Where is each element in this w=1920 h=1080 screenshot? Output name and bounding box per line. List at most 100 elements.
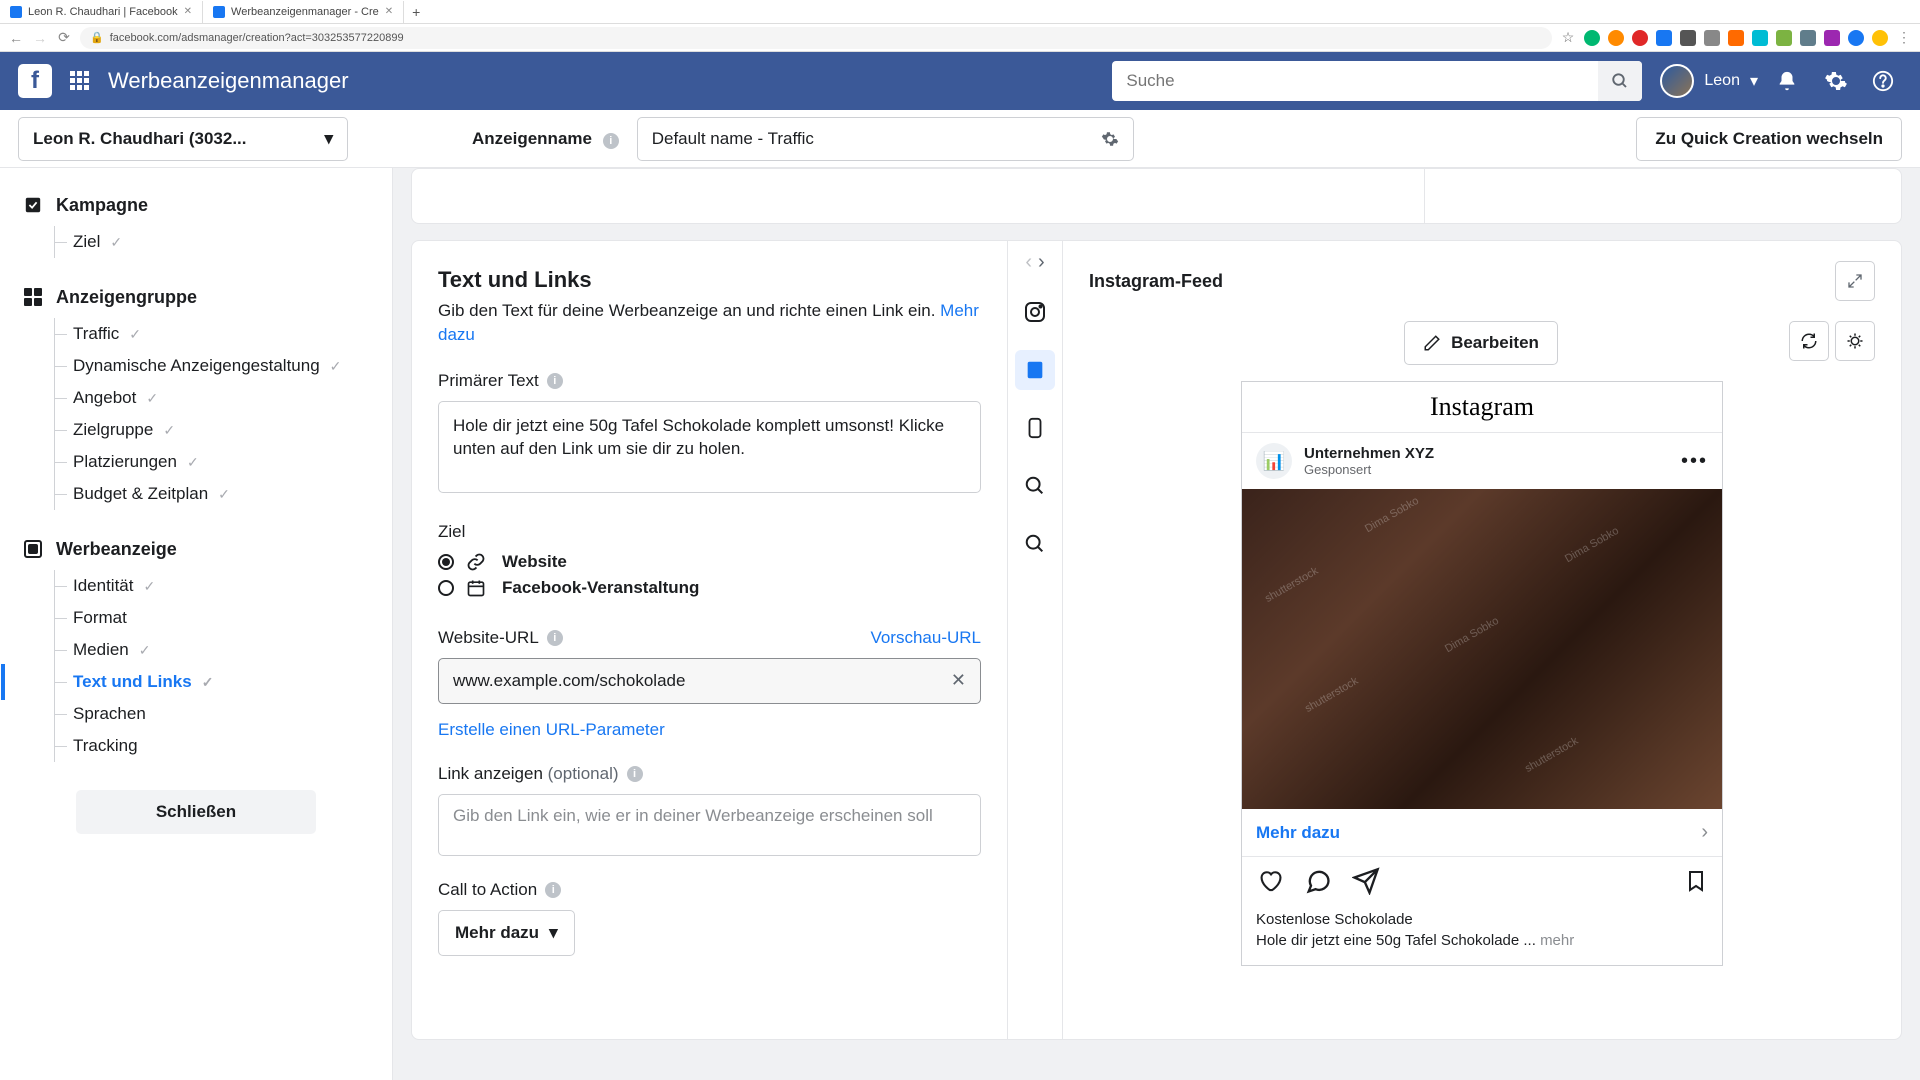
settings-icon[interactable] xyxy=(1824,69,1854,93)
extension-icon[interactable] xyxy=(1848,30,1864,46)
info-icon[interactable]: i xyxy=(627,766,643,782)
cta-dropdown[interactable]: Mehr dazu ▾ xyxy=(438,910,575,956)
account-dropdown[interactable]: Leon R. Chaudhari (3032... ▾ xyxy=(18,117,348,161)
share-icon[interactable] xyxy=(1352,867,1380,895)
display-link-input[interactable]: Gib den Link ein, wie er in deiner Werbe… xyxy=(438,794,981,856)
sidebar-item-traffic[interactable]: Traffic✓ xyxy=(55,318,370,350)
primary-text-input[interactable]: Hole dir jetzt eine 50g Tafel Schokolade… xyxy=(438,401,981,493)
gear-icon[interactable] xyxy=(1101,130,1119,148)
search-input[interactable] xyxy=(1112,71,1598,91)
refresh-button[interactable] xyxy=(1789,321,1829,361)
help-icon[interactable] xyxy=(1872,70,1902,92)
sidebar-item-budget[interactable]: Budget & Zeitplan✓ xyxy=(55,478,370,510)
search-placement-icon[interactable] xyxy=(1015,466,1055,506)
chevron-down-icon: ▾ xyxy=(1750,71,1758,91)
expand-button[interactable] xyxy=(1835,261,1875,301)
extension-icon[interactable] xyxy=(1872,30,1888,46)
quick-creation-button[interactable]: Zu Quick Creation wechseln xyxy=(1636,117,1902,161)
ad-name-input[interactable]: Default name - Traffic xyxy=(637,117,1134,161)
user-menu[interactable]: Leon ▾ xyxy=(1660,64,1758,98)
tab-close-icon[interactable]: ✕ xyxy=(385,6,393,17)
close-button[interactable]: Schließen xyxy=(76,790,316,834)
back-icon[interactable]: ← xyxy=(8,30,24,46)
info-icon[interactable]: i xyxy=(603,133,619,149)
ad-icon xyxy=(22,538,44,560)
check-icon: ✓ xyxy=(330,358,342,375)
global-search xyxy=(1112,61,1642,101)
comment-icon[interactable] xyxy=(1304,867,1332,895)
info-icon[interactable]: i xyxy=(545,882,561,898)
next-icon[interactable]: › xyxy=(1038,251,1045,274)
preview-url-link[interactable]: Vorschau-URL xyxy=(870,628,981,648)
sidebar-item-dynamic[interactable]: Dynamische Anzeigengestaltung✓ xyxy=(55,350,370,382)
extension-icon[interactable] xyxy=(1824,30,1840,46)
extension-icon[interactable] xyxy=(1800,30,1816,46)
debug-button[interactable] xyxy=(1835,321,1875,361)
sidebar-item-format[interactable]: Format xyxy=(55,602,370,634)
reload-icon[interactable]: ⟳ xyxy=(56,29,72,46)
info-icon[interactable]: i xyxy=(547,373,563,389)
tab-title: Werbeanzeigenmanager - Cre xyxy=(231,6,379,18)
extension-icon[interactable] xyxy=(1584,30,1600,46)
feed-icon[interactable] xyxy=(1015,350,1055,390)
extension-icon[interactable] xyxy=(1728,30,1744,46)
sidebar-item-ziel[interactable]: Ziel ✓ xyxy=(55,226,370,258)
bookmark-icon[interactable] xyxy=(1684,867,1708,895)
new-tab-button[interactable]: + xyxy=(404,4,428,20)
sidebar-campaign-header[interactable]: Kampagne xyxy=(22,194,370,216)
ig-cta-bar[interactable]: Mehr dazu › xyxy=(1242,809,1722,857)
clear-icon[interactable]: ✕ xyxy=(951,670,966,691)
url-parameter-link[interactable]: Erstelle einen URL-Parameter xyxy=(438,720,665,739)
extension-icon[interactable] xyxy=(1608,30,1624,46)
extension-icon[interactable] xyxy=(1680,30,1696,46)
extension-icon[interactable] xyxy=(1656,30,1672,46)
app-grid-icon[interactable] xyxy=(70,71,90,91)
extension-icon[interactable] xyxy=(1632,30,1648,46)
user-name: Leon xyxy=(1704,72,1740,90)
sidebar-ad-header[interactable]: Werbeanzeige xyxy=(22,538,370,560)
extension-icon[interactable] xyxy=(1752,30,1768,46)
notifications-icon[interactable] xyxy=(1776,70,1806,92)
browser-tab[interactable]: Werbeanzeigenmanager - Cre ✕ xyxy=(203,1,404,23)
tab-close-icon[interactable]: ✕ xyxy=(184,6,192,17)
sidebar-item-tracking[interactable]: Tracking xyxy=(55,730,370,762)
ad-name-label: Anzeigenname i xyxy=(472,129,619,149)
ig-post-header: 📊 Unternehmen XYZ Gesponsert ••• xyxy=(1242,433,1722,489)
display-link-label: Link anzeigen (optional) i xyxy=(438,764,981,784)
sidebar-item-offer[interactable]: Angebot✓ xyxy=(55,382,370,414)
extension-icon[interactable] xyxy=(1776,30,1792,46)
sidebar-item-placements[interactable]: Platzierungen✓ xyxy=(55,446,370,478)
info-icon[interactable]: i xyxy=(547,630,563,646)
ig-avatar: 📊 xyxy=(1256,443,1292,479)
instagram-icon[interactable] xyxy=(1015,292,1055,332)
bookmark-icon[interactable]: ☆ xyxy=(1560,29,1576,46)
link-icon xyxy=(466,552,490,572)
sidebar-item-text-links[interactable]: Text und Links✓ xyxy=(55,666,370,698)
prev-icon[interactable]: ‹ xyxy=(1025,251,1032,274)
facebook-logo-icon[interactable]: f xyxy=(18,64,52,98)
adset-icon xyxy=(22,286,44,308)
destination-fb-event[interactable]: Facebook-Veranstaltung xyxy=(438,578,981,598)
app-title: Werbeanzeigenmanager xyxy=(108,68,349,94)
edit-button[interactable]: Bearbeiten xyxy=(1404,321,1558,365)
forward-icon[interactable]: → xyxy=(32,30,48,46)
destination-website[interactable]: Website xyxy=(438,552,981,572)
section-description: Gib den Text für deine Werbeanzeige an u… xyxy=(438,299,981,347)
extension-icon[interactable] xyxy=(1704,30,1720,46)
sidebar-item-audience[interactable]: Zielgruppe✓ xyxy=(55,414,370,446)
sidebar-item-media[interactable]: Medien✓ xyxy=(55,634,370,666)
sidebar-item-languages[interactable]: Sprachen xyxy=(55,698,370,730)
mobile-icon[interactable] xyxy=(1015,408,1055,448)
browser-tab[interactable]: Leon R. Chaudhari | Facebook ✕ xyxy=(0,1,203,23)
search-placement-icon-2[interactable] xyxy=(1015,524,1055,564)
website-url-input[interactable]: www.example.com/schokolade ✕ xyxy=(438,658,981,704)
heart-icon[interactable] xyxy=(1256,867,1284,895)
sidebar-item-identity[interactable]: Identität✓ xyxy=(55,570,370,602)
browser-menu-icon[interactable]: ⋮ xyxy=(1896,29,1912,46)
campaign-icon xyxy=(22,194,44,216)
search-button[interactable] xyxy=(1598,61,1642,101)
caption-more[interactable]: mehr xyxy=(1540,932,1574,949)
ig-more-icon[interactable]: ••• xyxy=(1681,450,1708,473)
sidebar-adset-header[interactable]: Anzeigengruppe xyxy=(22,286,370,308)
url-field[interactable]: 🔒 facebook.com/adsmanager/creation?act=3… xyxy=(80,27,1552,49)
